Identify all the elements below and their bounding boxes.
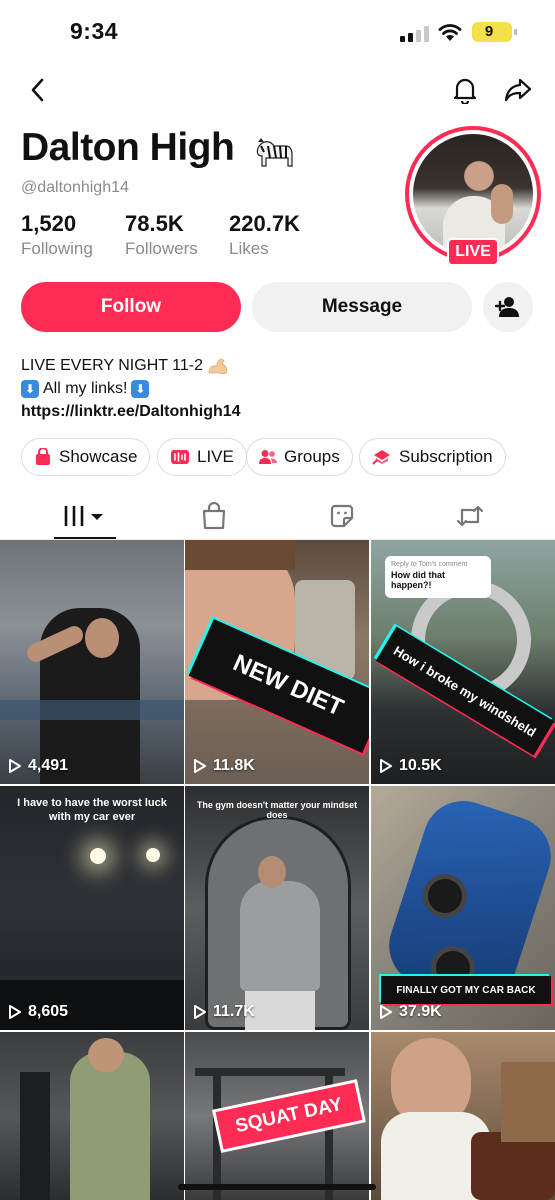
pill-showcase-label: Showcase	[59, 447, 138, 466]
chevron-left-icon	[31, 78, 44, 102]
pill-live[interactable]: LIVE	[157, 438, 247, 476]
wifi-icon	[438, 24, 462, 41]
play-icon	[194, 1005, 206, 1019]
back-button[interactable]	[20, 72, 56, 108]
pill-groups-label: Groups	[284, 447, 340, 466]
sticker-icon	[330, 504, 354, 528]
video-views-count: 11.7K	[213, 1003, 255, 1020]
play-icon	[9, 1005, 21, 1019]
follow-button[interactable]: Follow	[21, 282, 241, 332]
bio-line-1: LIVE EVERY NIGHT 11-2	[21, 357, 204, 374]
video-views: 11.7K	[193, 1003, 255, 1021]
stat-following-value: 1,520	[21, 211, 77, 236]
video-thumbnail[interactable]: 4,491	[0, 540, 184, 784]
status-bar: 9:34 9	[0, 0, 555, 66]
video-views-count: 4,491	[28, 757, 69, 774]
play-icon	[380, 759, 392, 773]
video-views-count: 8,605	[28, 1003, 69, 1020]
shop-bag-icon	[202, 502, 226, 530]
videos-grid-icon	[64, 506, 103, 526]
video-overlay-caption: SQUAT DAY	[233, 1093, 345, 1138]
stat-likes-value: 220.7K	[229, 211, 300, 236]
group-icon	[259, 450, 277, 464]
video-overlay-caption: I have to have the worst luck with my ca…	[17, 797, 167, 823]
play-icon	[9, 759, 21, 773]
battery-level: 9	[484, 23, 494, 40]
pill-showcase[interactable]: Showcase	[21, 438, 151, 476]
live-icon	[171, 450, 189, 464]
reply-label: Reply to Tom's comment	[391, 561, 468, 568]
video-views-count: 11.8K	[213, 757, 255, 774]
stat-following-label: Following	[21, 239, 93, 258]
video-views: 8,605	[8, 1003, 68, 1021]
stat-likes-label: Likes	[229, 239, 269, 258]
bell-icon	[453, 78, 477, 104]
bio: LIVE EVERY NIGHT 11-2 ⬇ All my links! ⬇ …	[21, 354, 241, 423]
subscription-icon	[372, 450, 390, 465]
video-views: 11.8K	[193, 757, 255, 775]
zebra-emoji-icon	[256, 138, 293, 167]
video-thumbnail[interactable]: SQUAT DAY	[185, 1032, 369, 1200]
stat-followers-label: Followers	[125, 239, 198, 258]
video-views: 10.5K	[379, 757, 442, 775]
tab-reposts[interactable]	[440, 496, 500, 536]
home-indicator	[178, 1184, 376, 1190]
video-overlay-caption: The gym doesn't matter your mindset does	[196, 800, 358, 820]
cellular-signal-icon	[400, 26, 429, 42]
message-button[interactable]: Message	[252, 282, 472, 332]
live-badge[interactable]: LIVE	[447, 238, 499, 266]
play-icon	[194, 759, 206, 773]
stat-followers-value: 78.5K	[125, 211, 184, 236]
battery-indicator: 9	[472, 22, 517, 42]
video-thumbnail[interactable]: Reply to Tom's comment How did that happ…	[371, 540, 555, 784]
repost-icon	[456, 505, 484, 527]
pill-subscription-label: Subscription	[399, 447, 493, 466]
video-thumbnail[interactable]: NEW DIET 11.8K	[185, 540, 369, 784]
pill-live-label: LIVE	[197, 447, 234, 466]
video-views-count: 37.9K	[399, 1003, 442, 1020]
add-user-icon	[495, 297, 519, 317]
play-icon	[380, 1005, 392, 1019]
tab-videos[interactable]	[55, 496, 115, 536]
bag-icon	[36, 448, 50, 465]
profile-handle: @daltonhigh14	[21, 179, 129, 196]
stat-likes[interactable]: 220.7K Likes	[229, 211, 300, 259]
comment-reply-card: Reply to Tom's comment How did that happ…	[385, 556, 491, 598]
bio-line-2: All my links!	[43, 380, 128, 397]
video-views: 37.9K	[379, 1003, 442, 1021]
avatar[interactable]	[413, 134, 533, 254]
video-thumbnail[interactable]	[371, 1032, 555, 1200]
video-thumbnail[interactable]: FINALLY GOT MY CAR BACK 37.9K	[371, 786, 555, 1030]
tab-favorites[interactable]	[312, 496, 372, 536]
video-views-count: 10.5K	[399, 757, 442, 774]
video-thumbnail[interactable]: I have to have the worst luck with my ca…	[0, 786, 184, 1030]
video-overlay-caption: FINALLY GOT MY CAR BACK	[381, 976, 551, 1004]
video-views: 4,491	[8, 757, 68, 775]
status-time: 9:34	[70, 18, 119, 44]
notifications-button[interactable]	[447, 72, 483, 108]
down-arrow-emoji-icon: ⬇	[131, 379, 150, 398]
profile-name: Dalton High	[21, 126, 235, 169]
add-friend-button[interactable]	[483, 282, 533, 332]
pill-subscription[interactable]: Subscription	[359, 438, 506, 476]
down-arrow-emoji-icon: ⬇	[21, 379, 39, 398]
share-button[interactable]	[500, 72, 536, 108]
video-thumbnail[interactable]	[0, 1032, 184, 1200]
video-thumbnail[interactable]: The gym doesn't matter your mindset does…	[185, 786, 369, 1030]
stat-followers[interactable]: 78.5K Followers	[125, 211, 198, 259]
stat-following[interactable]: 1,520 Following	[21, 211, 93, 259]
reply-text: How did that happen?!	[391, 570, 445, 590]
flexed-biceps-emoji-icon	[208, 358, 228, 374]
tab-shop[interactable]	[184, 496, 244, 536]
bio-link[interactable]: https://linktr.ee/Daltonhigh14	[21, 400, 241, 423]
share-arrow-icon	[504, 78, 532, 102]
pill-groups[interactable]: Groups	[246, 438, 353, 476]
